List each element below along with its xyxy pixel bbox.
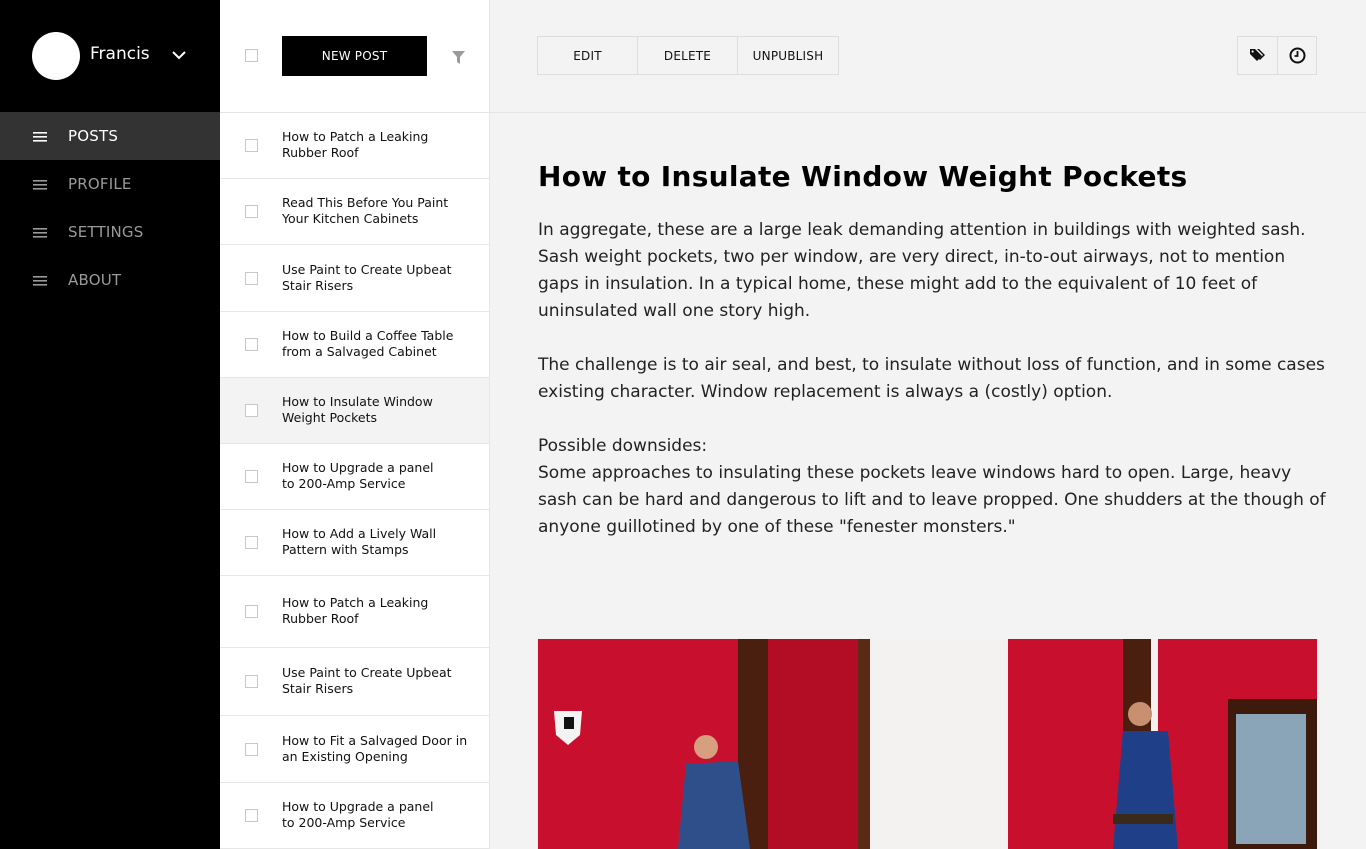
filter-icon[interactable] — [452, 49, 465, 64]
tags-button[interactable] — [1238, 37, 1277, 74]
post-title: Use Paint to Create Upbeat Stair Risers — [282, 665, 452, 696]
post-list-item[interactable]: How to Patch a Leaking Rubber Roof — [220, 113, 489, 179]
chevron-down-icon[interactable] — [170, 46, 188, 64]
post-list-item[interactable]: How to Upgrade a panel to 200-Amp Servic… — [220, 783, 489, 849]
user-header: Francis — [0, 0, 220, 112]
post-title: How to Patch a Leaking Rubber Roof — [282, 129, 429, 160]
post-list-item[interactable]: How to Patch a Leaking Rubber Roof — [220, 576, 489, 648]
post-checkbox[interactable] — [245, 470, 258, 483]
post-list-item[interactable]: How to Fit a Salvaged Door in an Existin… — [220, 716, 489, 783]
sidebar-item-label: SETTINGS — [68, 223, 144, 241]
menu-icon — [33, 177, 47, 191]
article-paragraph: In aggregate, these are a large leak dem… — [538, 220, 1306, 321]
post-list-item[interactable]: How to Insulate Window Weight Pockets — [220, 378, 489, 444]
post-list-item[interactable]: Use Paint to Create Upbeat Stair Risers — [220, 245, 489, 312]
sidebar-item-posts[interactable]: POSTS — [0, 112, 220, 160]
post-meta-toolbar — [1237, 36, 1317, 75]
post-title: How to Upgrade a panel to 200-Amp Servic… — [282, 799, 434, 830]
post-checkbox[interactable] — [245, 272, 258, 285]
post-checkbox[interactable] — [245, 139, 258, 152]
post-checkbox[interactable] — [245, 404, 258, 417]
post-list: How to Patch a Leaking Rubber Roof Read T… — [220, 113, 489, 849]
new-post-button[interactable]: NEW POST — [282, 36, 427, 76]
list-header: NEW POST — [220, 0, 489, 113]
post-title: How to Patch a Leaking Rubber Roof — [282, 595, 429, 626]
sidebar-item-label: PROFILE — [68, 175, 132, 193]
menu-icon — [33, 225, 47, 239]
post-title: How to Insulate Window Weight Pockets — [282, 394, 433, 425]
post-list-panel: NEW POST How to Patch a Leaking Rubber R… — [220, 0, 490, 849]
clock-icon — [1289, 47, 1306, 64]
post-checkbox[interactable] — [245, 338, 258, 351]
sidebar-item-about[interactable]: ABOUT — [0, 256, 220, 304]
menu-icon — [33, 273, 47, 287]
article-photo — [538, 639, 1317, 849]
article-paragraph: The challenge is to air seal, and best, … — [538, 355, 1325, 402]
post-title: How to Upgrade a panel to 200-Amp Servic… — [282, 460, 434, 491]
avatar[interactable] — [32, 32, 80, 80]
divider — [490, 112, 1366, 113]
post-toolbar: EDIT DELETE UNPUBLISH — [537, 36, 839, 75]
post-list-item[interactable]: How to Build a Coffee Table from a Salva… — [220, 312, 489, 378]
post-title: How to Add a Lively Wall Pattern with St… — [282, 526, 437, 557]
username: Francis — [90, 44, 150, 64]
post-list-item[interactable]: Use Paint to Create Upbeat Stair Risers — [220, 648, 489, 716]
post-title: Read This Before You Paint Your Kitchen … — [282, 195, 449, 226]
article-paragraph: Some approaches to insulating these pock… — [538, 463, 1326, 537]
delete-button[interactable]: DELETE — [638, 37, 738, 74]
sidebar-item-label: POSTS — [68, 127, 119, 145]
post-title: How to Fit a Salvaged Door in an Existin… — [282, 733, 468, 764]
post-list-item[interactable]: Read This Before You Paint Your Kitchen … — [220, 179, 489, 245]
post-checkbox[interactable] — [245, 809, 258, 822]
edit-button[interactable]: EDIT — [538, 37, 638, 74]
tags-icon — [1250, 49, 1265, 61]
post-list-item[interactable]: How to Upgrade a panel to 200-Amp Servic… — [220, 444, 489, 510]
sidebar: Francis POSTS PROFILE SETTINGS ABOUT — [0, 0, 220, 849]
sidebar-nav: POSTS PROFILE SETTINGS ABOUT — [0, 112, 220, 304]
post-title: Use Paint to Create Upbeat Stair Risers — [282, 262, 452, 293]
post-checkbox[interactable] — [245, 743, 258, 756]
unpublish-button[interactable]: UNPUBLISH — [738, 37, 838, 74]
post-checkbox[interactable] — [245, 605, 258, 618]
post-checkbox[interactable] — [245, 536, 258, 549]
sidebar-item-label: ABOUT — [68, 271, 122, 289]
post-checkbox[interactable] — [245, 205, 258, 218]
select-all-checkbox[interactable] — [245, 49, 258, 62]
post-content: EDIT DELETE UNPUBLISH How to Insulate Wi… — [490, 0, 1366, 849]
menu-icon — [33, 129, 47, 143]
article-subheading: Possible downsides: — [538, 436, 708, 456]
post-title: How to Build a Coffee Table from a Salva… — [282, 328, 454, 359]
article: How to Insulate Window Weight Pockets In… — [538, 160, 1328, 568]
post-checkbox[interactable] — [245, 675, 258, 688]
schedule-button[interactable] — [1277, 37, 1316, 74]
sidebar-item-profile[interactable]: PROFILE — [0, 160, 220, 208]
article-title: How to Insulate Window Weight Pockets — [538, 160, 1188, 193]
post-list-item[interactable]: How to Add a Lively Wall Pattern with St… — [220, 510, 489, 576]
sidebar-item-settings[interactable]: SETTINGS — [0, 208, 220, 256]
